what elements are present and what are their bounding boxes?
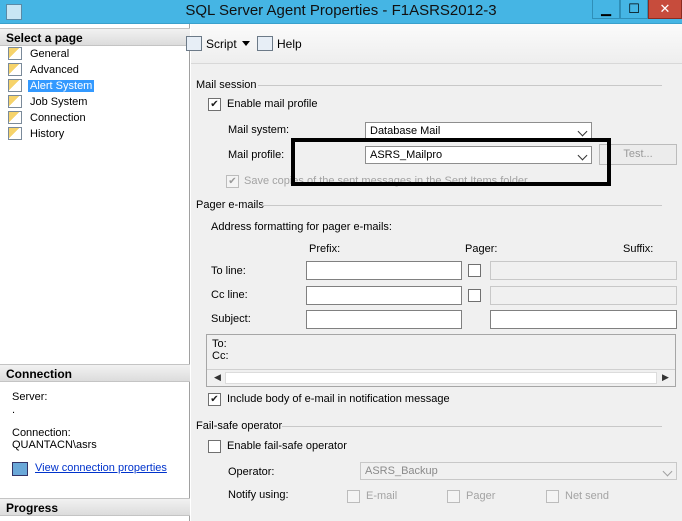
page-icon bbox=[8, 47, 22, 60]
notify-using-label: Notify using: bbox=[228, 489, 289, 501]
notify-pager-checkbox[interactable] bbox=[447, 490, 460, 503]
to-line-suffix-input[interactable] bbox=[490, 261, 677, 280]
notify-netsend-checkbox[interactable] bbox=[546, 490, 559, 503]
pager-column-label: Pager: bbox=[465, 243, 498, 255]
pager-emails-group-title: Pager e-mails bbox=[196, 199, 264, 211]
page-item-job-system[interactable]: Job System bbox=[8, 94, 188, 109]
connection-value: QUANTACN\asrs bbox=[12, 439, 97, 451]
page-icon bbox=[8, 79, 22, 92]
annotation-highlight-box bbox=[291, 138, 611, 186]
page-item-connection[interactable]: Connection bbox=[8, 110, 188, 125]
notify-pager-label: Pager bbox=[466, 490, 496, 502]
connection-label: Connection: bbox=[12, 427, 71, 439]
subject-suffix-input[interactable] bbox=[490, 310, 677, 329]
operator-select[interactable]: ASRS_Backup bbox=[360, 462, 677, 480]
page-item-alert-system[interactable]: Alert System bbox=[8, 78, 188, 93]
close-button[interactable]: ✕ bbox=[648, 0, 682, 19]
scrollbar-thumb[interactable] bbox=[225, 372, 657, 384]
script-icon bbox=[186, 36, 202, 51]
subject-label: Subject: bbox=[211, 313, 251, 325]
connection-properties-icon bbox=[12, 462, 28, 476]
help-icon bbox=[257, 36, 273, 51]
preview-to-label: To: bbox=[212, 338, 227, 350]
page-item-general[interactable]: General bbox=[8, 46, 188, 61]
mail-session-divider bbox=[258, 85, 662, 86]
address-formatting-label: Address formatting for pager e-mails: bbox=[211, 221, 392, 233]
failsafe-group-title: Fail-safe operator bbox=[196, 420, 283, 432]
save-copies-checkbox[interactable] bbox=[226, 175, 239, 188]
to-line-label: To line: bbox=[211, 265, 246, 277]
script-dropdown-icon[interactable] bbox=[242, 41, 250, 46]
pager-emails-divider bbox=[262, 205, 662, 206]
minimize-button[interactable]: ▁ bbox=[592, 0, 620, 19]
to-line-pager-checkbox[interactable] bbox=[468, 264, 481, 277]
cc-line-pager-checkbox[interactable] bbox=[468, 289, 481, 302]
progress-header: Progress bbox=[0, 498, 190, 516]
view-connection-properties-link[interactable]: View connection properties bbox=[35, 462, 167, 474]
server-label: Server: bbox=[12, 391, 48, 403]
subject-prefix-input[interactable] bbox=[306, 310, 462, 329]
scroll-left-icon[interactable]: ◀ bbox=[209, 372, 226, 385]
operator-label: Operator: bbox=[228, 466, 275, 478]
enable-mail-profile-label: Enable mail profile bbox=[227, 98, 318, 110]
notify-netsend-label: Net send bbox=[565, 490, 610, 502]
page-item-history[interactable]: History bbox=[8, 126, 188, 141]
page-item-advanced[interactable]: Advanced bbox=[8, 62, 188, 77]
chevron-down-icon bbox=[662, 466, 673, 477]
cc-line-label: Cc line: bbox=[211, 289, 248, 301]
prefix-column-label: Prefix: bbox=[309, 243, 341, 255]
page-icon bbox=[8, 63, 22, 76]
page-icon bbox=[8, 127, 22, 140]
enable-mail-profile-checkbox[interactable] bbox=[208, 98, 221, 111]
help-button[interactable]: Help bbox=[277, 37, 302, 51]
window-title: SQL Server Agent Properties - F1ASRS2012… bbox=[185, 2, 497, 19]
page-icon bbox=[8, 111, 22, 124]
enable-failsafe-label: Enable fail-safe operator bbox=[227, 440, 347, 452]
failsafe-divider bbox=[282, 426, 662, 427]
notify-email-checkbox[interactable] bbox=[347, 490, 360, 503]
script-button[interactable]: Script bbox=[206, 37, 237, 51]
preview-horizontal-scrollbar[interactable]: ◀ ▶ bbox=[207, 369, 675, 386]
server-value: . bbox=[12, 404, 16, 416]
maximize-button[interactable]: ☐ bbox=[620, 0, 648, 19]
suffix-column-label: Suffix: bbox=[623, 243, 654, 255]
enable-failsafe-checkbox[interactable] bbox=[208, 440, 221, 453]
mail-system-label: Mail system: bbox=[228, 124, 290, 136]
cc-line-suffix-input[interactable] bbox=[490, 286, 677, 305]
notify-email-label: E-mail bbox=[366, 490, 398, 502]
scroll-right-icon[interactable]: ▶ bbox=[657, 372, 674, 385]
cc-line-prefix-input[interactable] bbox=[306, 286, 462, 305]
connection-header: Connection bbox=[0, 364, 190, 382]
preview-cc-label: Cc: bbox=[212, 350, 229, 362]
mail-profile-label: Mail profile: bbox=[228, 149, 285, 161]
page-icon bbox=[8, 95, 22, 108]
mail-session-group-title: Mail session bbox=[196, 79, 257, 91]
chevron-down-icon bbox=[577, 126, 588, 137]
include-body-label: Include body of e-mail in notification m… bbox=[227, 393, 450, 405]
select-page-header: Select a page bbox=[0, 28, 190, 46]
include-body-checkbox[interactable] bbox=[208, 393, 221, 406]
to-line-prefix-input[interactable] bbox=[306, 261, 462, 280]
